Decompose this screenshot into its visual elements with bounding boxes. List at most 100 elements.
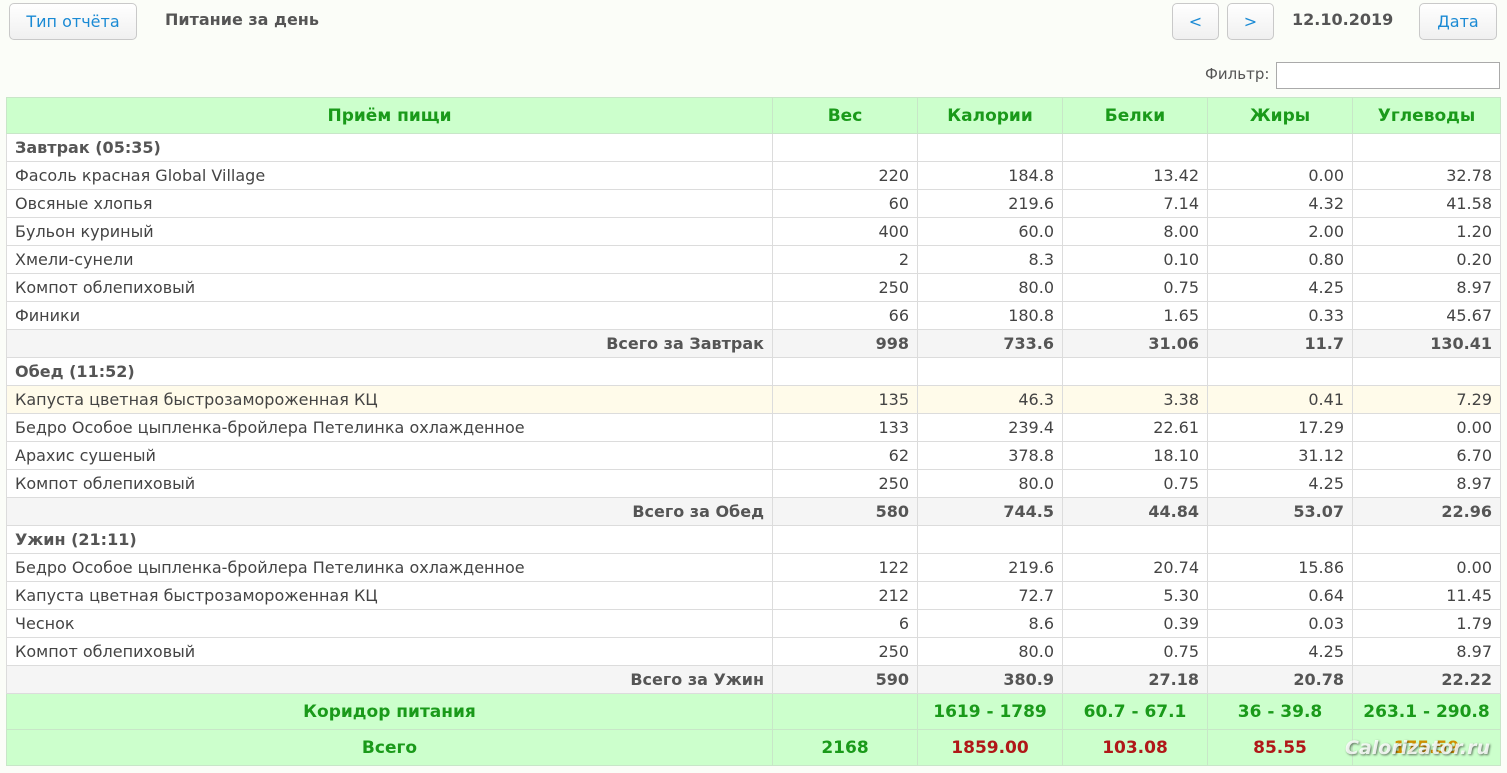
food-fat: 0.03: [1207, 609, 1353, 638]
filter-input[interactable]: [1276, 62, 1500, 89]
meal-header-row: Ужин (21:11): [6, 525, 1501, 554]
food-carbs: 0.00: [1352, 413, 1501, 442]
nutrition-table: Приём пищи Вес Калории Белки Жиры Углево…: [6, 97, 1501, 766]
food-row[interactable]: Фасоль красная Global Village 220 184.8 13.…: [6, 161, 1501, 190]
food-fat: 4.25: [1207, 273, 1353, 302]
food-weight: 133: [772, 413, 918, 442]
column-header-calories[interactable]: Калории: [917, 97, 1063, 134]
subtotal-fat: 11.7: [1207, 329, 1353, 358]
corridor-weight: [772, 693, 918, 730]
food-row[interactable]: Чеснок 6 8.6 0.39 0.03 1.79: [6, 609, 1501, 638]
food-weight: 400: [772, 217, 918, 246]
meal-title: Завтрак (05:35): [6, 133, 773, 162]
subtotal-label: Всего за Завтрак: [6, 329, 773, 358]
food-fat: 4.25: [1207, 637, 1353, 666]
subtotal-calories: 733.6: [917, 329, 1063, 358]
food-name: Капуста цветная быстрозамороженная КЦ: [6, 385, 773, 414]
corridor-carbs: 263.1 - 290.8: [1352, 693, 1501, 730]
food-row[interactable]: Овсяные хлопья 60 219.6 7.14 4.32 41.58: [6, 189, 1501, 218]
food-calories: 239.4: [917, 413, 1063, 442]
report-type-button[interactable]: Тип отчёта: [9, 3, 137, 40]
food-name: Овсяные хлопья: [6, 189, 773, 218]
food-name: Компот облепиховый: [6, 273, 773, 302]
meal-header-row: Обед (11:52): [6, 357, 1501, 386]
corridor-label: Коридор питания: [6, 693, 773, 730]
food-carbs: 32.78: [1352, 161, 1501, 190]
total-calories: 1859.00: [917, 729, 1063, 766]
food-protein: 0.75: [1062, 273, 1208, 302]
food-protein: 20.74: [1062, 553, 1208, 582]
food-row[interactable]: Капуста цветная быстрозамороженная КЦ 212…: [6, 581, 1501, 610]
food-weight: 60: [772, 189, 918, 218]
food-row[interactable]: Бедро Особое цыпленка-бройлера Петелинка…: [6, 553, 1501, 582]
food-carbs: 8.97: [1352, 637, 1501, 666]
food-row[interactable]: Капуста цветная быстрозамороженная КЦ 135…: [6, 385, 1501, 414]
food-protein: 3.38: [1062, 385, 1208, 414]
food-carbs: 8.97: [1352, 469, 1501, 498]
food-weight: 122: [772, 553, 918, 582]
food-calories: 184.8: [917, 161, 1063, 190]
food-row[interactable]: Компот облепиховый 250 80.0 0.75 4.25 8.97: [6, 469, 1501, 498]
food-fat: 15.86: [1207, 553, 1353, 582]
total-fat: 85.55: [1207, 729, 1353, 766]
food-carbs: 41.58: [1352, 189, 1501, 218]
food-name: Чеснок: [6, 609, 773, 638]
total-weight: 2168: [772, 729, 918, 766]
subtotal-protein: 31.06: [1062, 329, 1208, 358]
food-weight: 66: [772, 301, 918, 330]
next-day-button[interactable]: >: [1227, 3, 1274, 40]
food-calories: 80.0: [917, 637, 1063, 666]
food-fat: 2.00: [1207, 217, 1353, 246]
food-protein: 8.00: [1062, 217, 1208, 246]
previous-day-button[interactable]: <: [1172, 3, 1219, 40]
food-row[interactable]: Хмели-сунели 2 8.3 0.10 0.80 0.20: [6, 245, 1501, 274]
column-header-meal[interactable]: Приём пищи: [6, 97, 773, 134]
food-calories: 8.3: [917, 245, 1063, 274]
food-fat: 0.64: [1207, 581, 1353, 610]
food-calories: 8.6: [917, 609, 1063, 638]
food-carbs: 1.20: [1352, 217, 1501, 246]
total-label: Всего: [6, 729, 773, 766]
food-carbs: 7.29: [1352, 385, 1501, 414]
meal-subtotal-row: Всего за Завтрак 998 733.6 31.06 11.7 130.41: [6, 329, 1501, 358]
food-row[interactable]: Компот облепиховый 250 80.0 0.75 4.25 8.97: [6, 637, 1501, 666]
current-date: 12.10.2019: [1292, 10, 1394, 29]
meal-header-row: Завтрак (05:35): [6, 133, 1501, 162]
food-fat: 0.41: [1207, 385, 1353, 414]
subtotal-calories: 380.9: [917, 665, 1063, 694]
food-fat: 0.33: [1207, 301, 1353, 330]
food-carbs: 0.00: [1352, 553, 1501, 582]
food-row[interactable]: Арахис сушеный 62 378.8 18.10 31.12 6.70: [6, 441, 1501, 470]
food-row[interactable]: Бедро Особое цыпленка-бройлера Петелинка…: [6, 413, 1501, 442]
food-protein: 13.42: [1062, 161, 1208, 190]
food-carbs: 6.70: [1352, 441, 1501, 470]
food-name: Арахис сушеный: [6, 441, 773, 470]
subtotal-fat: 20.78: [1207, 665, 1353, 694]
column-header-protein[interactable]: Белки: [1062, 97, 1208, 134]
food-protein: 22.61: [1062, 413, 1208, 442]
column-header-weight[interactable]: Вес: [772, 97, 918, 134]
food-weight: 212: [772, 581, 918, 610]
subtotal-carbs: 22.96: [1352, 497, 1501, 526]
subtotal-label: Всего за Ужин: [6, 665, 773, 694]
page-title: Питание за день: [165, 10, 319, 29]
food-protein: 7.14: [1062, 189, 1208, 218]
food-calories: 378.8: [917, 441, 1063, 470]
column-header-carbs[interactable]: Углеводы: [1352, 97, 1501, 134]
food-carbs: 1.79: [1352, 609, 1501, 638]
column-header-fat[interactable]: Жиры: [1207, 97, 1353, 134]
date-picker-button[interactable]: Дата: [1419, 3, 1497, 40]
food-weight: 250: [772, 273, 918, 302]
food-calories: 219.6: [917, 189, 1063, 218]
food-weight: 220: [772, 161, 918, 190]
food-row[interactable]: Компот облепиховый 250 80.0 0.75 4.25 8.97: [6, 273, 1501, 302]
food-row[interactable]: Финики 66 180.8 1.65 0.33 45.67: [6, 301, 1501, 330]
subtotal-carbs: 130.41: [1352, 329, 1501, 358]
food-calories: 80.0: [917, 273, 1063, 302]
food-protein: 0.75: [1062, 637, 1208, 666]
food-weight: 250: [772, 637, 918, 666]
food-row[interactable]: Бульон куриный 400 60.0 8.00 2.00 1.20: [6, 217, 1501, 246]
food-name: Бульон куриный: [6, 217, 773, 246]
food-fat: 31.12: [1207, 441, 1353, 470]
food-name: Капуста цветная быстрозамороженная КЦ: [6, 581, 773, 610]
